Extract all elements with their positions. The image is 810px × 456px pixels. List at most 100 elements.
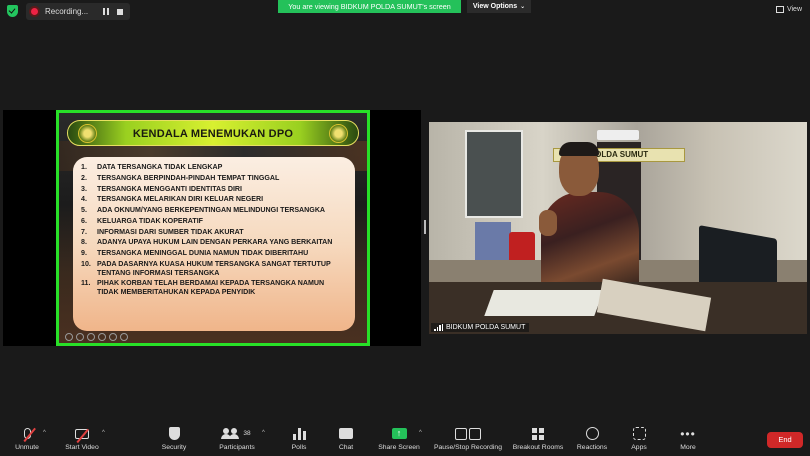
list-item: 3. TERSANGKA MENGGANTI IDENTITAS DIRI	[81, 185, 347, 194]
chat-icon	[339, 428, 353, 439]
top-bar: Recording... You are viewing BIDKUM POLD…	[0, 0, 810, 22]
item-number: 4.	[81, 195, 87, 204]
reactions-button[interactable]: Reactions	[576, 426, 608, 451]
share-screen-icon: ↑	[391, 428, 407, 439]
unmute-button[interactable]: Unmute	[12, 426, 42, 451]
participant-body	[541, 192, 639, 292]
pen-icon[interactable]	[87, 333, 95, 341]
share-banner: You are viewing BIDKUM POLDA SUMUT's scr…	[278, 0, 461, 13]
start-video-button[interactable]: Start Video	[62, 426, 102, 451]
unmute-label: Unmute	[15, 444, 39, 451]
list-item: 7. INFORMASI DARI SUMBER TIDAK AKURAT	[81, 228, 347, 237]
item-text: TERSANGKA MELARIKAN DIRI KELUAR NEGERI	[97, 195, 264, 204]
video-window-scene	[465, 130, 523, 218]
participants-label: Participants	[219, 444, 255, 451]
list-item: 8. ADANYA UPAYA HUKUM LAIN DENGAN PERKARA…	[81, 238, 347, 247]
participant-hair	[559, 142, 599, 156]
item-text: DATA TERSANGKA TIDAK LENGKAP	[97, 163, 223, 171]
security-button[interactable]: Security	[158, 426, 190, 451]
slide-controls	[65, 333, 128, 341]
smiley-icon	[585, 427, 599, 440]
participant-name-label: BIDKUM POLDA SUMUT	[431, 323, 530, 332]
chevron-up-icon[interactable]: ^	[262, 430, 265, 436]
police-emblem-icon	[329, 124, 348, 143]
zoom-meeting-window: Recording... You are viewing BIDKUM POLD…	[0, 0, 810, 456]
pause-stop-recording-label: Pause/Stop Recording	[433, 444, 502, 451]
chevron-up-icon[interactable]: ^	[419, 430, 422, 436]
security-label: Security	[161, 444, 187, 451]
shield-icon	[168, 427, 180, 440]
item-number: 7.	[81, 227, 87, 236]
participant-hand	[539, 210, 557, 236]
split-handle[interactable]	[424, 220, 426, 234]
slide-prev-icon[interactable]	[65, 333, 73, 341]
signal-strength-icon	[434, 324, 443, 331]
chat-label: Chat	[338, 444, 354, 451]
end-meeting-button[interactable]: End	[767, 432, 803, 448]
video-scene-element	[597, 130, 639, 140]
list-item: 5. ADA OKNUM/YANG BERKEPENTINGAN MELINDUN…	[81, 206, 347, 215]
item-number: 10.	[81, 260, 91, 269]
view-options-label: View Options	[472, 3, 518, 10]
grid-view-icon	[775, 6, 784, 13]
participant-video-tile[interactable]: POLDA SUMUT BIDKUM POLDA SUMUT	[429, 122, 807, 334]
shared-screen: KENDALA MENEMUKAN DPO 1. DATA TERSANGKA T…	[3, 110, 421, 346]
slides-icon[interactable]	[98, 333, 106, 341]
list-item: 10. PADA DASARNYA KUASA HUKUM TERSANGKA S…	[81, 260, 347, 277]
item-text: TERSANGKA BERPINDAH-PINDAH TEMPAT TINGGA…	[97, 173, 280, 182]
more-label: More	[680, 444, 696, 451]
item-number: 6.	[81, 216, 87, 225]
view-options-button[interactable]: View Options ⌄	[467, 0, 531, 13]
item-text: KELUARGA TIDAK KOPERATIF	[97, 216, 204, 225]
video-scene-element	[484, 290, 604, 316]
polls-button[interactable]: Polls	[287, 426, 311, 451]
recording-indicator: Recording...	[26, 3, 130, 20]
list-item: 6. KELUARGA TIDAK KOPERATIF	[81, 217, 347, 226]
polls-icon	[292, 427, 306, 440]
breakout-rooms-label: Breakout Rooms	[512, 444, 564, 451]
pointer-icon[interactable]	[76, 333, 84, 341]
item-number: 1.	[81, 163, 87, 171]
item-number: 2.	[81, 173, 87, 182]
share-screen-button[interactable]: ↑ Share Screen	[377, 426, 421, 451]
slide-title-bar: KENDALA MENEMUKAN DPO	[67, 120, 359, 146]
pause-stop-recording-button[interactable]: Pause/Stop Recording	[432, 426, 504, 451]
participants-count: 38	[243, 430, 251, 437]
zoom-icon[interactable]	[109, 333, 117, 341]
list-item: 4. TERSANGKA MELARIKAN DIRI KELUAR NEGERI	[81, 195, 347, 204]
slide-list: 1. DATA TERSANGKA TIDAK LENGKAP 2. TERSANG…	[73, 157, 355, 331]
apps-button[interactable]: Apps	[629, 426, 649, 451]
participants-button[interactable]: 38 Participants	[215, 426, 259, 451]
reactions-label: Reactions	[576, 444, 608, 451]
list-item: 11. PIHAK KORBAN TELAH BERDAMAI KEPADA TE…	[81, 279, 347, 296]
list-item: 9. TERSANGKA MENINGGAL DUNIA NAMUN TIDAK …	[81, 249, 347, 258]
item-text: TERSANGKA MENINGGAL DUNIA NAMUN TIDAK DI…	[97, 249, 309, 258]
shield-icon[interactable]	[7, 5, 18, 17]
share-screen-label: Share Screen	[378, 444, 420, 451]
item-number: 8.	[81, 238, 87, 247]
view-button[interactable]: View	[775, 6, 802, 13]
item-text: INFORMASI DARI SUMBER TIDAK AKURAT	[97, 227, 244, 236]
participants-icon	[221, 428, 239, 439]
video-camera-off-icon	[75, 428, 89, 443]
breakout-rooms-button[interactable]: Breakout Rooms	[511, 426, 565, 451]
chevron-down-icon: ⌄	[520, 4, 526, 10]
chevron-up-icon[interactable]: ^	[43, 430, 46, 436]
ellipsis-icon: •••	[680, 426, 696, 441]
item-text: ADA OKNUM/YANG BERKEPENTINGAN MELINDUNGI…	[97, 206, 326, 215]
item-number: 3.	[81, 184, 87, 193]
more-options-icon[interactable]	[120, 333, 128, 341]
item-number: 5.	[81, 206, 87, 215]
chevron-up-icon[interactable]: ^	[102, 430, 105, 436]
chat-button[interactable]: Chat	[335, 426, 357, 451]
list-item: 1. DATA TERSANGKA TIDAK LENGKAP	[81, 163, 347, 172]
item-text: ADANYA UPAYA HUKUM LAIN DENGAN PERKARA Y…	[97, 238, 333, 247]
breakout-rooms-icon	[532, 427, 544, 440]
item-text: TERSANGKA MENGGANTI IDENTITAS DIRI	[97, 184, 243, 193]
slide-title: KENDALA MENEMUKAN DPO	[132, 128, 294, 140]
more-button[interactable]: ••• More	[677, 426, 699, 452]
item-number: 9.	[81, 249, 87, 258]
pause-icon[interactable]	[103, 8, 109, 15]
stop-icon[interactable]	[117, 8, 123, 15]
apps-label: Apps	[631, 444, 647, 451]
